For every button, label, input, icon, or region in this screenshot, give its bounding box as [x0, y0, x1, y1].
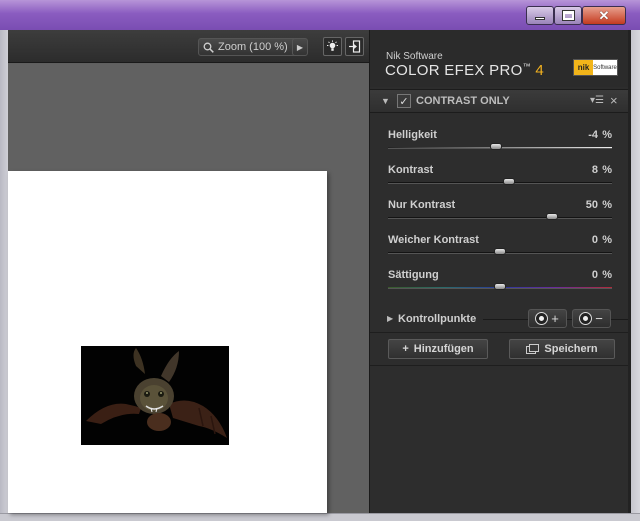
slider-row: Helligkeit -4% [388, 129, 612, 159]
lightbulb-icon [327, 40, 338, 51]
slider-label: Nur Kontrast [388, 199, 456, 211]
slider-knob[interactable] [503, 178, 515, 185]
minus-icon: − [595, 311, 603, 326]
nik-logo-text: Software [593, 60, 617, 75]
slider-row: Sättigung 0% [388, 269, 612, 299]
save-icon [526, 344, 540, 354]
minimize-button[interactable] [526, 6, 554, 25]
slider-knob[interactable] [546, 213, 558, 220]
slider-unit: % [602, 199, 612, 211]
brand-header: Nik Software COLOR EFEX PRO™ 4 nik Softw… [370, 30, 631, 87]
title-bar[interactable]: ✕ [0, 0, 640, 30]
zoom-label: Zoom (100 %) [218, 41, 288, 53]
filter-panel: Nik Software COLOR EFEX PRO™ 4 nik Softw… [369, 30, 631, 513]
slider-label: Weicher Kontrast [388, 234, 479, 246]
maximize-button[interactable] [554, 6, 582, 25]
window-frame-right [630, 30, 640, 521]
close-icon: ✕ [598, 7, 610, 23]
company-name: Nik Software [386, 51, 443, 62]
panel-scrollbar[interactable] [628, 30, 631, 513]
add-filter-label: Hinzufügen [413, 343, 474, 355]
expand-triangle-icon[interactable]: ▶ [387, 314, 393, 323]
plus-icon: + [402, 343, 409, 355]
slider-unit: % [602, 234, 612, 246]
close-icon[interactable]: × [610, 93, 618, 108]
filter-header[interactable]: ▼ ✓ CONTRAST ONLY ▾☰ × [370, 89, 631, 113]
document-page [8, 171, 327, 513]
exit-button[interactable] [345, 37, 364, 56]
trademark-mark: ™ [522, 62, 531, 71]
slider-row: Nur Kontrast 50% [388, 199, 612, 229]
slider-value[interactable]: -4 [588, 129, 598, 141]
remove-control-point-button[interactable]: − [572, 309, 611, 328]
save-button[interactable]: Speichern [509, 339, 615, 359]
slider-value[interactable]: 50 [586, 199, 598, 211]
minimize-icon [535, 17, 545, 20]
slider-value[interactable]: 0 [592, 269, 598, 281]
save-label: Speichern [544, 343, 598, 355]
canvas-area[interactable] [8, 64, 369, 513]
control-points-label[interactable]: Kontrollpunkte [398, 313, 476, 325]
bat-photo [81, 346, 229, 445]
exit-door-icon [349, 40, 361, 53]
zoom-dropdown-button[interactable]: ▶ [292, 38, 308, 56]
filter-enable-checkbox[interactable]: ✓ [397, 94, 411, 108]
plus-icon: + [551, 311, 559, 326]
divider [370, 332, 631, 333]
bat-image [81, 346, 229, 445]
product-version: 4 [535, 62, 544, 79]
slider-label: Helligkeit [388, 129, 437, 141]
slider-track[interactable] [388, 182, 612, 184]
control-points-row: ▶ Kontrollpunkte + − [370, 308, 631, 332]
divider [370, 365, 631, 366]
image-viewport: Zoom (100 %) ▶ [8, 30, 369, 513]
window-frame-bottom [0, 513, 640, 521]
product-name: COLOR EFEX PRO™ 4 [385, 62, 544, 79]
close-button[interactable]: ✕ [582, 6, 626, 25]
slider-unit: % [602, 269, 612, 281]
slider-label: Sättigung [388, 269, 439, 281]
product-title: COLOR EFEX PRO [385, 62, 523, 79]
slider-knob[interactable] [494, 283, 506, 290]
lightbulb-button[interactable] [323, 37, 342, 56]
slider-knob[interactable] [490, 143, 502, 150]
slider-unit: % [602, 164, 612, 176]
viewport-toolbar: Zoom (100 %) ▶ [8, 30, 369, 63]
magnifier-icon [203, 42, 214, 53]
nik-logo: nik Software [573, 59, 618, 76]
control-point-icon [579, 312, 593, 325]
app-window: ✕ Zoom (100 %) ▶ Nik Software COLOR EFEX… [0, 0, 640, 521]
filter-title: CONTRAST ONLY [416, 95, 510, 107]
add-filter-button[interactable]: + Hinzufügen [388, 339, 488, 359]
add-control-point-button[interactable]: + [528, 309, 567, 328]
window-frame-left [0, 30, 8, 521]
slider-row: Kontrast 8% [388, 164, 612, 194]
slider-row: Weicher Kontrast 0% [388, 234, 612, 264]
slider-value[interactable]: 8 [592, 164, 598, 176]
slider-track[interactable] [388, 217, 612, 219]
maximize-icon [561, 10, 575, 21]
triangle-right-icon: ▶ [296, 42, 304, 52]
filter-menu-icon[interactable]: ▾☰ [590, 95, 604, 106]
zoom-button[interactable]: Zoom (100 %) [198, 38, 301, 56]
nik-logo-mark: nik [574, 60, 593, 75]
control-point-icon [535, 312, 549, 325]
slider-unit: % [602, 129, 612, 141]
slider-value[interactable]: 0 [592, 234, 598, 246]
collapse-triangle-icon[interactable]: ▼ [381, 96, 390, 106]
slider-label: Kontrast [388, 164, 434, 176]
slider-knob[interactable] [494, 248, 506, 255]
